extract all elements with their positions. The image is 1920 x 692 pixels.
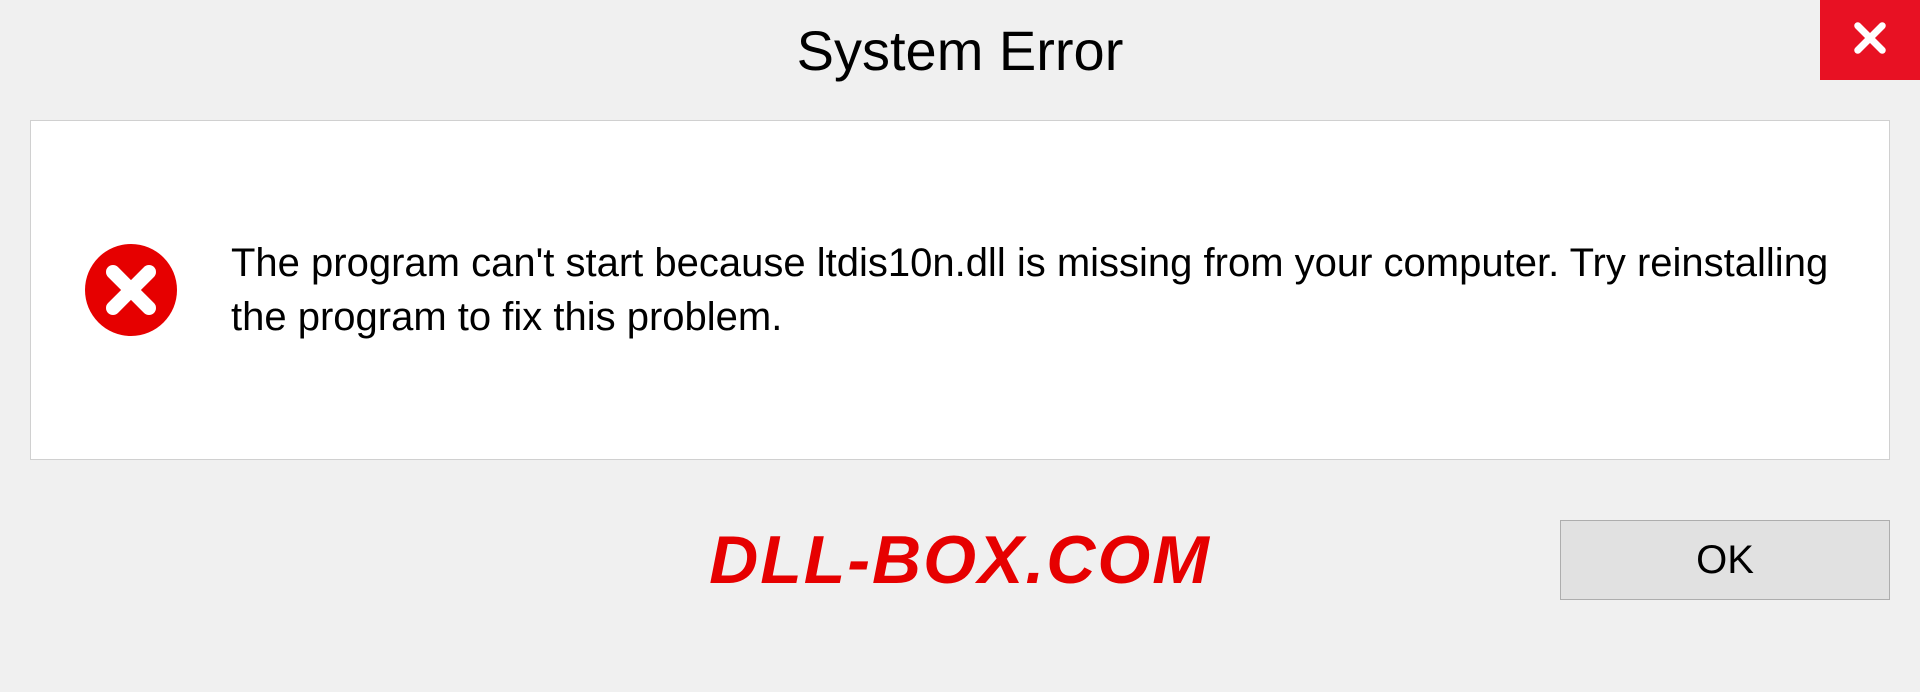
titlebar: System Error [0,0,1920,100]
error-dialog: System Error The program can't start bec… [0,0,1920,692]
error-icon [81,240,181,340]
content-panel: The program can't start because ltdis10n… [30,120,1890,460]
watermark-text: DLL-BOX.COM [709,521,1211,599]
error-message: The program can't start because ltdis10n… [231,236,1839,344]
close-icon [1849,17,1891,64]
dialog-title: System Error [797,18,1124,83]
close-button[interactable] [1820,0,1920,80]
footer: DLL-BOX.COM OK [30,460,1890,660]
ok-button[interactable]: OK [1560,520,1890,600]
